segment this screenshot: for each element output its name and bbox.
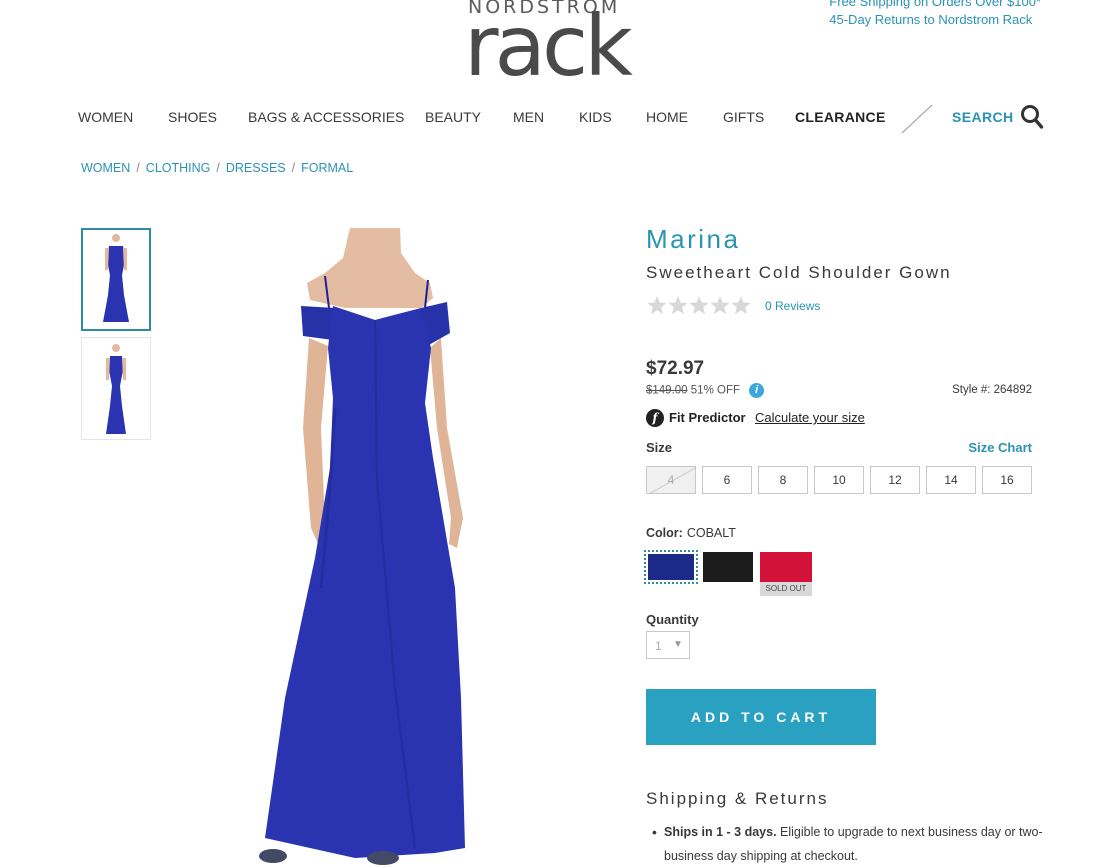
- nav-men[interactable]: MEN: [513, 109, 544, 125]
- fit-predictor-icon: f: [646, 409, 664, 427]
- info-icon[interactable]: i: [749, 383, 765, 398]
- discount-percent: 51% OFF: [690, 384, 740, 397]
- nav-shoes[interactable]: SHOES: [168, 109, 217, 125]
- breadcrumb-women[interactable]: WOMEN: [81, 161, 130, 175]
- nav-bags-accessories[interactable]: BAGS & ACCESSORIES: [248, 109, 404, 125]
- size-label: Size: [646, 440, 673, 455]
- search-link[interactable]: SEARCH: [952, 109, 1014, 125]
- product-title: Sweetheart Cold Shoulder Gown: [646, 263, 952, 282]
- shipping-returns-heading[interactable]: Shipping & Returns: [646, 789, 828, 809]
- size-option-14[interactable]: 14: [926, 466, 976, 494]
- nav-beauty[interactable]: BEAUTY: [425, 109, 481, 125]
- dress-thumbnail-image: [106, 344, 126, 434]
- add-to-cart-button[interactable]: ADD TO CART: [646, 689, 876, 745]
- breadcrumb: WOMEN / CLOTHING / DRESSES / FORMAL: [81, 161, 353, 175]
- fit-predictor-label: Fit Predictor: [669, 410, 746, 425]
- bullet-icon: •: [652, 824, 657, 840]
- quantity-label: Quantity: [646, 612, 699, 627]
- free-shipping-link[interactable]: Free Shipping on Orders Over $100*: [829, 0, 1041, 11]
- breadcrumb-separator: /: [216, 161, 220, 175]
- thumbnail-front[interactable]: [81, 228, 151, 331]
- nav-kids[interactable]: KIDS: [579, 109, 612, 125]
- color-swatch-black[interactable]: [703, 552, 753, 582]
- color-swatch-cobalt[interactable]: [644, 550, 698, 584]
- sold-out-badge: SOLD OUT: [760, 582, 812, 596]
- breadcrumb-formal[interactable]: FORMAL: [301, 161, 353, 175]
- size-option-16[interactable]: 16: [982, 466, 1032, 494]
- nav-women[interactable]: WOMEN: [78, 109, 133, 125]
- nordstrom-rack-logo[interactable]: NORDSTROM rack: [462, 0, 662, 95]
- breadcrumb-clothing[interactable]: CLOTHING: [146, 161, 211, 175]
- chevron-down-icon: ▼: [673, 639, 683, 650]
- shipping-item-bold: Ships in 1 - 3 days.: [664, 825, 777, 839]
- thumbnail-side[interactable]: [81, 337, 151, 440]
- color-label-line: Color: COBALT: [646, 526, 736, 540]
- original-price: $149.00: [646, 384, 688, 397]
- size-option-label: 4: [667, 473, 675, 487]
- shipping-item: Ships in 1 - 3 days. Eligible to upgrade…: [664, 820, 1046, 868]
- shipping-list: • Ships in 1 - 3 days. Eligible to upgra…: [646, 820, 1046, 868]
- reviews-link[interactable]: 0 Reviews: [765, 299, 820, 313]
- nav-divider: [901, 104, 933, 134]
- color-label: Color:: [646, 526, 683, 540]
- star-rating: [647, 296, 751, 315]
- returns-link[interactable]: 45-Day Returns to Nordstrom Rack: [829, 11, 1041, 29]
- style-number: Style #: 264892: [952, 384, 1032, 396]
- color-swatch-red[interactable]: [760, 552, 812, 582]
- logo-main-text: rack: [464, 0, 633, 95]
- product-brand[interactable]: Marina: [646, 224, 740, 255]
- product-main-image[interactable]: [225, 228, 525, 867]
- breadcrumb-separator: /: [136, 161, 140, 175]
- size-option-6[interactable]: 6: [702, 466, 752, 494]
- calculate-size-link[interactable]: Calculate your size: [755, 410, 865, 425]
- promo-banner: Free Shipping on Orders Over $100* 45-Da…: [829, 0, 1041, 29]
- size-chart-link[interactable]: Size Chart: [968, 440, 1032, 455]
- sale-price: $72.97: [646, 358, 705, 379]
- size-option-10[interactable]: 10: [814, 466, 864, 494]
- search-icon[interactable]: [1020, 104, 1044, 130]
- size-option-8[interactable]: 8: [758, 466, 808, 494]
- nav-clearance[interactable]: CLEARANCE: [795, 109, 886, 125]
- dress-thumbnail-image: [103, 234, 129, 322]
- nav-gifts[interactable]: GIFTS: [723, 109, 764, 125]
- size-option-12[interactable]: 12: [870, 466, 920, 494]
- nav-home[interactable]: HOME: [646, 109, 688, 125]
- original-price-line: $149.00 51% OFF i: [646, 383, 765, 398]
- breadcrumb-dresses[interactable]: DRESSES: [226, 161, 286, 175]
- size-option-4[interactable]: 4: [646, 466, 696, 494]
- breadcrumb-separator: /: [291, 161, 296, 175]
- quantity-select[interactable]: 1 ▼: [646, 631, 690, 659]
- quantity-value: 1: [655, 639, 662, 653]
- selected-color: COBALT: [686, 526, 736, 540]
